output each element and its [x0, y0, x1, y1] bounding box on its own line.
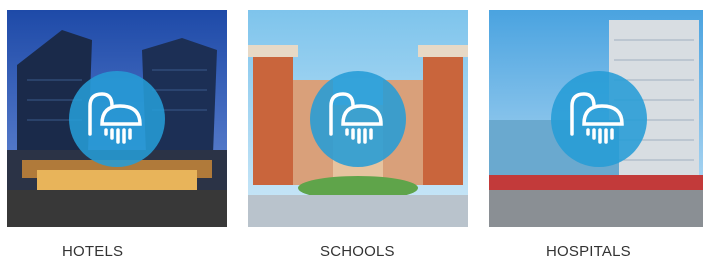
hotels-card[interactable]: [7, 10, 227, 227]
logo-badge: [69, 70, 165, 167]
shower-logo-icon: [570, 91, 624, 144]
caption-schools[interactable]: SCHOOLS: [320, 243, 395, 260]
schools-card[interactable]: [248, 10, 468, 227]
shower-logo-icon: [88, 91, 142, 144]
hospitals-card[interactable]: [489, 10, 703, 227]
logo-badge: [310, 70, 406, 167]
caption-hospitals[interactable]: HOSPITALS: [546, 243, 631, 260]
shower-logo-icon: [329, 91, 383, 144]
caption-hotels[interactable]: HOTELS: [62, 243, 123, 260]
logo-badge: [551, 70, 647, 167]
